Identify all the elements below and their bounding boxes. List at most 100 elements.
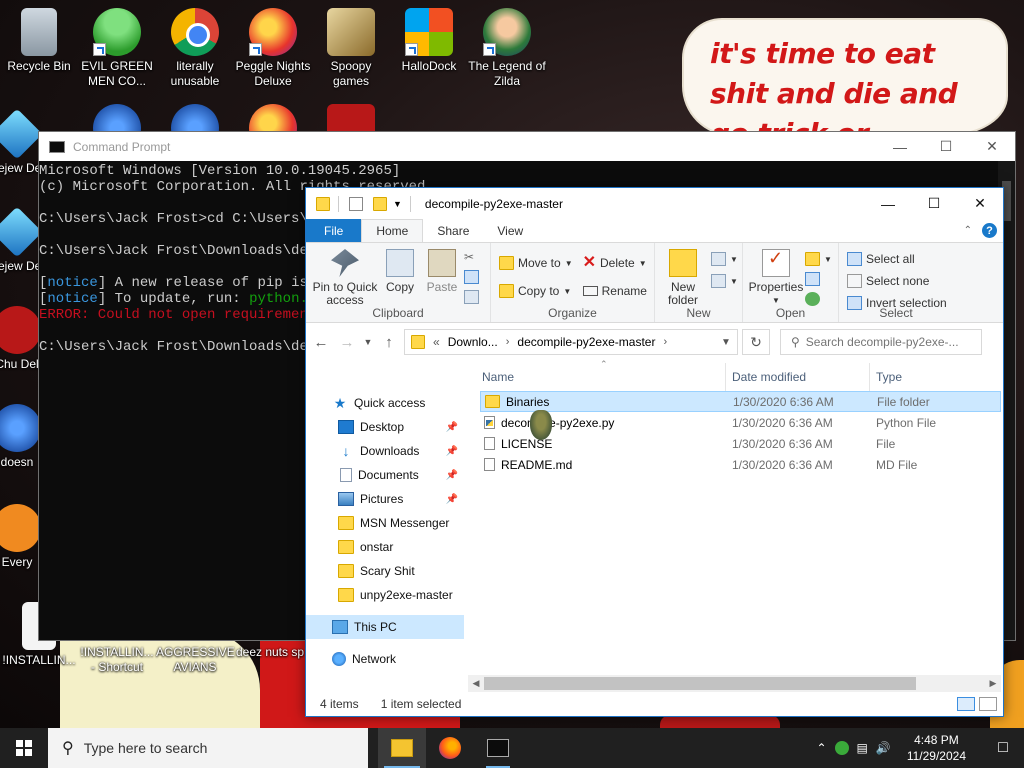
nav-this-pc[interactable]: This PC: [306, 615, 464, 639]
breadcrumb-current[interactable]: decompile-py2exe-master: [517, 335, 655, 349]
copy-icon: [386, 249, 414, 277]
select-none-button[interactable]: Select none: [847, 273, 947, 289]
open-button[interactable]: ▼: [805, 251, 832, 267]
nav-downloads[interactable]: ↓ Downloads 📌: [306, 439, 464, 463]
select-all-button[interactable]: Select all: [847, 251, 947, 267]
scissors-icon: ✂: [464, 250, 475, 264]
nav-scary-shit[interactable]: Scary Shit: [306, 559, 464, 583]
easy-access-button[interactable]: ▼: [711, 273, 738, 289]
details-view-button[interactable]: [957, 697, 975, 711]
column-header-name[interactable]: Name: [464, 363, 726, 391]
navigation-pane[interactable]: ★ Quick access Desktop 📌 ↓ Downloads 📌 Docum…: [306, 363, 464, 698]
column-header-date[interactable]: Date modified: [726, 363, 870, 391]
tab-view[interactable]: View: [483, 219, 537, 242]
cmd-maximize-button[interactable]: ☐: [923, 132, 969, 161]
file-row[interactable]: LICENSE 1/30/2020 6:36 AM File: [480, 433, 1001, 454]
cmd-titlebar[interactable]: Command Prompt — ☐ ✕: [39, 132, 1015, 161]
desktop-icon-recycle-bin[interactable]: Recycle Bin: [0, 8, 78, 74]
search-icon: ⚲: [791, 335, 800, 349]
file-explorer-window[interactable]: ▼ decompile-py2exe-master — ☐ ✕ File Hom…: [305, 187, 1004, 717]
search-box[interactable]: ⚲: [780, 329, 982, 355]
taskbar-clock[interactable]: 4:48 PM 11/29/2024: [899, 732, 974, 764]
scroll-right-icon[interactable]: ▶: [985, 678, 1001, 689]
scrollbar-thumb[interactable]: [484, 677, 916, 690]
nav-network[interactable]: Network: [306, 647, 464, 671]
explorer-minimize-button[interactable]: —: [865, 188, 911, 219]
pin-icon: 📌: [445, 469, 458, 481]
horizontal-scrollbar[interactable]: ◀ ▶: [468, 675, 1001, 692]
file-row[interactable]: decompile-py2exe.py 1/30/2020 6:36 AM Py…: [480, 412, 1001, 433]
cut-button[interactable]: ✂: [464, 249, 479, 265]
ribbon-collapse-icon[interactable]: ⌃: [964, 225, 972, 236]
desktop-icon-peggle[interactable]: Peggle Nights Deluxe: [234, 8, 312, 89]
desktop-icon-evil-green-men[interactable]: EVIL GREEN MEN CO...: [78, 8, 156, 89]
desktop-icon-literally-unusable[interactable]: literally unusable: [156, 8, 234, 89]
nav-pictures[interactable]: Pictures 📌: [306, 487, 464, 511]
show-hidden-icons-chevron-icon[interactable]: ⌃: [816, 741, 826, 755]
file-row[interactable]: README.md 1/30/2020 6:36 AM MD File: [480, 454, 1001, 475]
taskbar-firefox[interactable]: [426, 728, 474, 768]
help-icon[interactable]: ?: [982, 223, 997, 238]
large-icons-view-button[interactable]: [979, 697, 997, 711]
nav-unpy2exe-master[interactable]: unpy2exe-master: [306, 583, 464, 607]
recent-locations-button[interactable]: ▼: [362, 337, 374, 347]
copy-path-button[interactable]: [464, 269, 479, 285]
start-button[interactable]: [0, 728, 48, 768]
nav-label: Quick access: [354, 396, 426, 410]
desktop-icon-legend-of-zilda[interactable]: The Legend of Zilda: [468, 8, 546, 89]
nav-onstar[interactable]: onstar: [306, 535, 464, 559]
chevron-down-icon[interactable]: ▼: [393, 199, 402, 209]
people-icon[interactable]: [834, 741, 849, 755]
tab-share[interactable]: Share: [423, 219, 483, 242]
chevron-right-icon[interactable]: ›: [506, 336, 510, 348]
taskbar-command-prompt[interactable]: [474, 728, 522, 768]
history-button[interactable]: [805, 291, 832, 307]
nav-msn-messenger[interactable]: MSN Messenger: [306, 511, 464, 535]
up-button[interactable]: ↑: [378, 334, 400, 351]
new-item-button[interactable]: ▼: [711, 251, 738, 267]
copy-to-button[interactable]: Copy to ▼: [499, 283, 573, 299]
file-row[interactable]: Binaries 1/30/2020 6:36 AM File folder: [480, 391, 1001, 412]
nav-desktop[interactable]: Desktop 📌: [306, 415, 464, 439]
explorer-titlebar[interactable]: ▼ decompile-py2exe-master — ☐ ✕: [306, 188, 1003, 219]
cmd-close-button[interactable]: ✕: [969, 132, 1015, 161]
move-to-button[interactable]: Move to ▼: [499, 255, 573, 271]
dropdown-arrow-icon: ▼: [730, 254, 738, 264]
forward-button[interactable]: →: [336, 334, 358, 351]
column-header-type[interactable]: Type: [870, 363, 902, 391]
dropdown-arrow-icon: ▼: [638, 258, 647, 268]
folder-icon: [316, 196, 330, 211]
desktop-icon-hallodock[interactable]: HalloDock: [390, 8, 468, 74]
paste-shortcut-button[interactable]: [464, 289, 479, 305]
tab-home[interactable]: Home: [361, 219, 424, 242]
volume-icon[interactable]: 🔊: [876, 741, 891, 755]
tab-file[interactable]: File: [306, 219, 362, 242]
edit-button[interactable]: [805, 271, 832, 287]
breadcrumb-downloads[interactable]: Downlo...: [448, 335, 498, 349]
delete-button[interactable]: ✕ Delete ▼: [583, 255, 647, 271]
nav-documents[interactable]: Documents 📌: [306, 463, 464, 487]
mouse-cursor-icon: [530, 410, 552, 440]
spoopy-games-icon: [327, 8, 375, 56]
new-folder-quick-icon[interactable]: [373, 196, 387, 211]
address-bar[interactable]: « Downlo... › decompile-py2exe-master › …: [404, 329, 738, 355]
notification-center-icon[interactable]: □: [982, 728, 1024, 768]
taskbar-file-explorer[interactable]: [378, 728, 426, 768]
breadcrumb-overflow[interactable]: «: [433, 335, 440, 349]
address-dropdown-button[interactable]: ▼: [715, 337, 737, 348]
search-input[interactable]: [805, 335, 966, 349]
taskbar-search-box[interactable]: ⚲ Type here to search: [48, 728, 368, 768]
explorer-close-button[interactable]: ✕: [957, 188, 1003, 219]
cmd-minimize-button[interactable]: —: [877, 132, 923, 161]
back-button[interactable]: ←: [310, 334, 332, 351]
scroll-left-icon[interactable]: ◀: [468, 678, 484, 689]
desktop-icon-spoopy-games[interactable]: Spoopy games: [312, 8, 390, 89]
nav-quick-access[interactable]: ★ Quick access: [306, 391, 464, 415]
chevron-right-icon[interactable]: ›: [663, 336, 667, 348]
rename-button[interactable]: Rename: [582, 283, 647, 299]
explorer-maximize-button[interactable]: ☐: [911, 188, 957, 219]
properties-quick-icon[interactable]: [349, 196, 363, 211]
easy-access-icon: [711, 274, 726, 288]
network-icon[interactable]: ▤: [857, 741, 868, 755]
refresh-button[interactable]: ↻: [742, 329, 770, 355]
